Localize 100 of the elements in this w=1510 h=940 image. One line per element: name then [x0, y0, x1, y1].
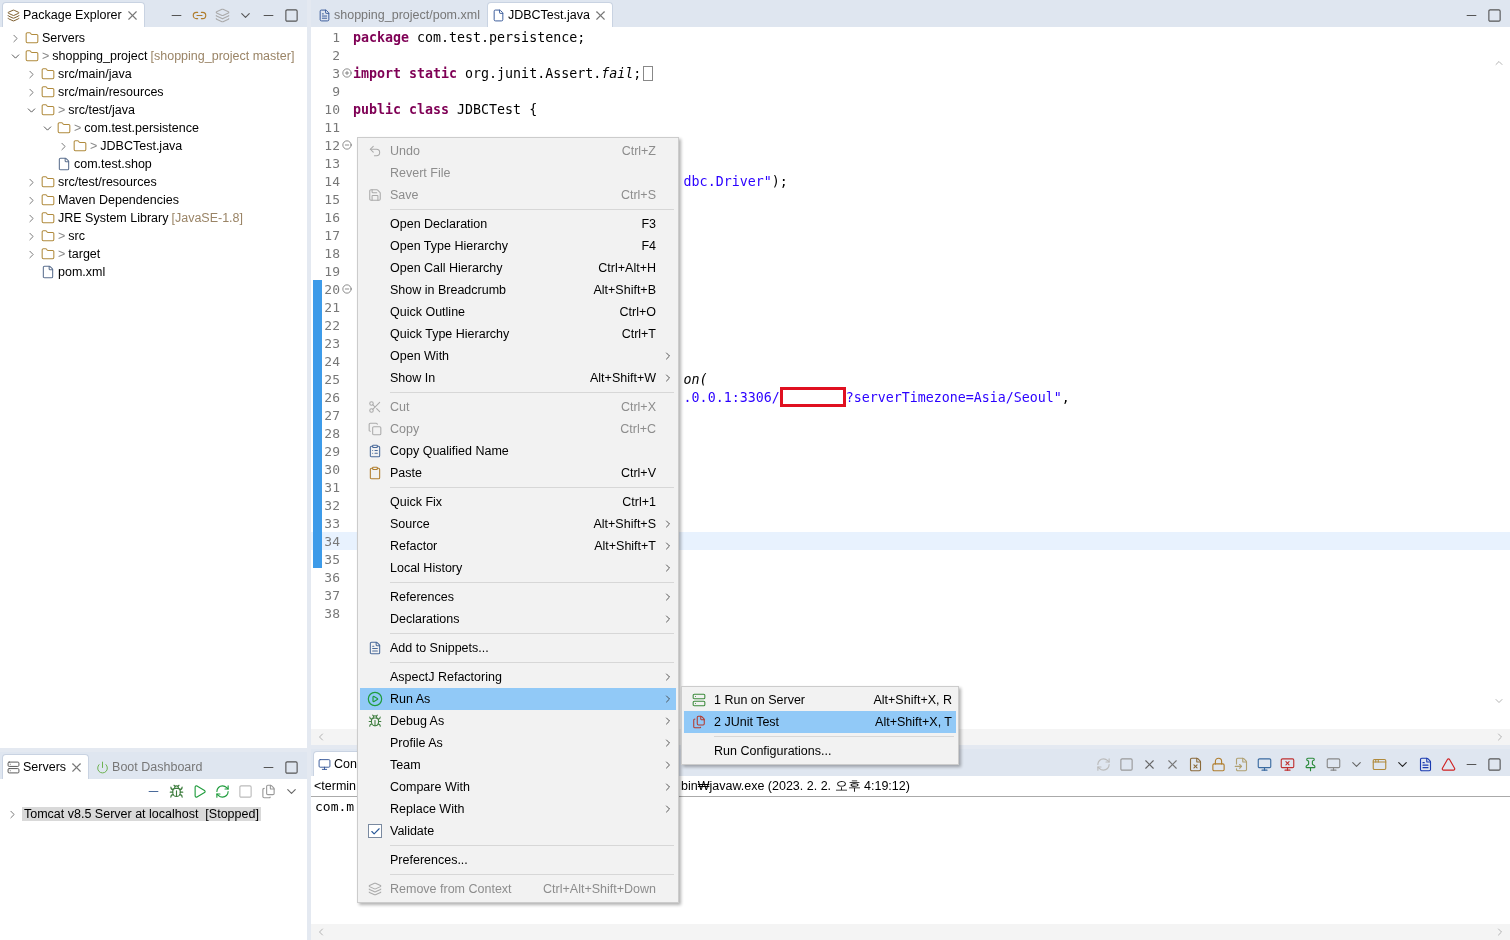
collapse-fold-icon[interactable] — [341, 284, 352, 294]
menu-item[interactable]: 2 JUnit Test Alt+Shift+X, T — [684, 711, 956, 733]
tree-item[interactable]: pom.xml — [58, 265, 106, 279]
menu-item[interactable]: Team — [360, 754, 676, 776]
tree-item[interactable]: JDBCTest.java — [100, 139, 183, 153]
menu-item[interactable]: Local History — [360, 557, 676, 579]
checkbox[interactable] — [368, 824, 382, 838]
menu-item[interactable]: Replace With — [360, 798, 676, 820]
view-tab[interactable]: Servers — [2, 754, 90, 779]
file-icon — [41, 265, 55, 279]
start-icon[interactable] — [192, 783, 207, 799]
menu-item[interactable]: Preferences... — [360, 849, 676, 871]
maximize-icon[interactable] — [1487, 7, 1502, 23]
change-marker: > — [58, 103, 66, 117]
console-output: com.m — [315, 799, 355, 814]
tree-item[interactable]: target — [68, 247, 101, 261]
display-icon[interactable] — [1326, 756, 1341, 772]
power-icon — [96, 760, 110, 774]
change-marker: > — [74, 121, 82, 135]
run-icon — [367, 691, 383, 707]
tree-item[interactable]: src — [68, 229, 85, 243]
menu-item[interactable]: Run Configurations... — [684, 740, 956, 762]
collapse-fold-icon[interactable] — [341, 140, 352, 150]
menu-item[interactable]: Refactor Alt+Shift+T — [360, 535, 676, 557]
menu-item[interactable]: Run As — [360, 688, 676, 710]
menu-item[interactable]: Add to Snippets... — [360, 637, 676, 659]
line-number: 36 — [323, 569, 340, 585]
menu-item[interactable]: Open With — [360, 345, 676, 367]
menu-item[interactable]: Paste Ctrl+V — [360, 462, 676, 484]
tree-item[interactable]: Maven Dependencies — [58, 193, 179, 207]
publish-icon[interactable] — [261, 783, 276, 799]
menu-item[interactable]: Show In Alt+Shift+W — [360, 367, 676, 389]
file-icon — [57, 157, 71, 171]
folder-icon — [41, 193, 55, 207]
maximize-icon[interactable] — [284, 7, 299, 23]
show-error-icon[interactable] — [1280, 756, 1295, 772]
tree-item[interactable]: src/test/java — [68, 103, 135, 117]
menu-item[interactable]: Source Alt+Shift+S — [360, 513, 676, 535]
tree-item[interactable]: src/main/java — [58, 67, 132, 81]
change-marker: > — [58, 229, 66, 243]
folder-icon — [41, 85, 55, 99]
menu-item[interactable]: Quick Type Hierarchy Ctrl+T — [360, 323, 676, 345]
new-console-icon[interactable] — [1372, 756, 1387, 772]
maximize-icon[interactable] — [284, 759, 299, 775]
folder-icon — [73, 139, 87, 153]
menu-item[interactable]: Open Type Hierarchy F4 — [360, 235, 676, 257]
menu-item[interactable]: AspectJ Refactoring — [360, 666, 676, 688]
menu-item[interactable]: Show in Breadcrumb Alt+Shift+B — [360, 279, 676, 301]
menu-item[interactable]: Quick Outline Ctrl+O — [360, 301, 676, 323]
tree-item[interactable]: com.test.persistence — [84, 121, 199, 135]
lock-icon[interactable] — [1211, 756, 1226, 772]
debug-icon[interactable] — [169, 783, 184, 799]
maximize-icon[interactable] — [1487, 756, 1502, 772]
menu-item[interactable]: Debug As — [360, 710, 676, 732]
editor-tab[interactable]: JDBCTest.java — [486, 2, 613, 27]
folder-icon — [41, 211, 55, 225]
view-tab[interactable]: Package Explorer — [2, 2, 145, 27]
line-number: 27 — [323, 407, 340, 423]
line-number: 3 — [331, 65, 340, 81]
menu-item[interactable]: Declarations — [360, 608, 676, 630]
menu-item[interactable]: Open Call Hierarchy Ctrl+Alt+H — [360, 257, 676, 279]
tree-item[interactable]: Servers — [42, 31, 86, 45]
menu-item[interactable]: Profile As — [360, 732, 676, 754]
folder-icon — [25, 31, 39, 45]
save-icon — [368, 188, 382, 202]
line-number: 22 — [323, 317, 340, 333]
expand-fold-icon[interactable] — [341, 68, 352, 78]
tree-item[interactable]: JRE System Library — [58, 211, 169, 225]
report-icon[interactable] — [1418, 756, 1433, 772]
warning-icon[interactable] — [1441, 756, 1456, 772]
server-icon — [692, 693, 706, 707]
menu-item[interactable]: Compare With — [360, 776, 676, 798]
clear-icon[interactable] — [1188, 756, 1203, 772]
menu-item[interactable]: Copy Qualified Name — [360, 440, 676, 462]
tree-item[interactable]: src/test/resources — [58, 175, 157, 189]
code-token: on( — [683, 371, 708, 387]
pin-icon[interactable] — [1303, 756, 1318, 772]
tree-item[interactable]: com.test.shop — [74, 157, 152, 171]
line-number: 15 — [323, 191, 340, 207]
editor-tab[interactable]: shopping_project/pom.xml — [313, 2, 485, 27]
menu-item[interactable]: Validate — [360, 820, 676, 842]
folded-code-marker[interactable] — [643, 65, 654, 81]
wrap-icon[interactable] — [1234, 756, 1249, 772]
menu-item[interactable]: Quick Fix Ctrl+1 — [360, 491, 676, 513]
code-token: import static — [353, 65, 458, 81]
tree-item[interactable]: src/main/resources — [58, 85, 164, 99]
package-icon — [7, 8, 20, 22]
line-number: 20 — [323, 281, 340, 297]
menu-item[interactable]: Open Declaration F3 — [360, 213, 676, 235]
line-number: 13 — [323, 155, 340, 171]
line-number: 37 — [323, 587, 340, 603]
menu-item[interactable]: References — [360, 586, 676, 608]
menu-item[interactable]: 1 Run on Server Alt+Shift+X, R — [684, 689, 956, 711]
line-number: 10 — [323, 101, 340, 117]
server-row[interactable]: Tomcat v8.5 Server at localhost [Stopped] — [22, 807, 261, 821]
stop-icon[interactable] — [1119, 756, 1134, 772]
line-number: 21 — [323, 299, 340, 315]
show-output-icon[interactable] — [1257, 756, 1272, 772]
view-tab[interactable]: Boot Dashboard — [91, 754, 208, 779]
tree-item[interactable]: shopping_project — [52, 49, 148, 63]
